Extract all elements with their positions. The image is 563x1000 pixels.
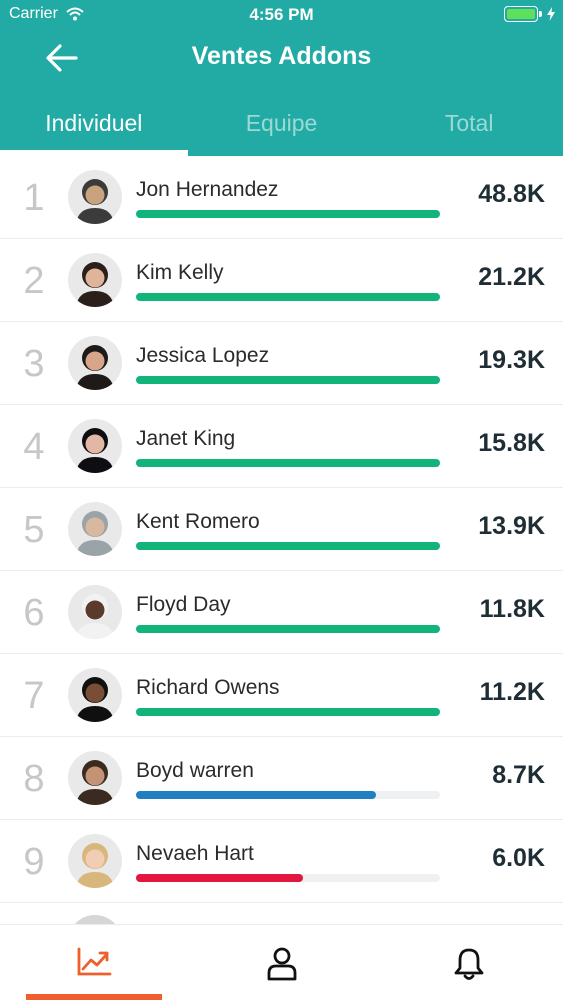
sales-value: 15.8K xyxy=(478,429,545,457)
rank-number: 2 xyxy=(23,260,45,302)
battery-tip xyxy=(539,11,542,17)
leaderboard-list: 1 Jon Hernandez 48.8K 2 Kim Kelly 21.2K 3 Jessi… xyxy=(0,156,563,925)
tab-individuel[interactable]: Individuel xyxy=(0,98,188,156)
tab-total[interactable]: Total xyxy=(375,98,563,156)
sales-value: 19.3K xyxy=(478,346,545,374)
progress-bar xyxy=(136,625,440,633)
bell-icon xyxy=(454,948,484,980)
leaderboard-row[interactable]: 7 Richard Owens 11.2K xyxy=(0,654,563,737)
sales-value: 8.7K xyxy=(492,761,545,789)
progress-bar-fill xyxy=(136,293,440,301)
progress-bar-fill xyxy=(136,459,440,467)
sales-value: 13.9K xyxy=(478,512,545,540)
user-icon xyxy=(267,947,296,981)
leaderboard-row[interactable]: 2 Kim Kelly 21.2K xyxy=(0,239,563,322)
progress-bar xyxy=(136,791,440,799)
rank-number: 8 xyxy=(23,758,45,800)
progress-bar-fill xyxy=(136,542,440,550)
sales-value: 48.8K xyxy=(478,180,545,208)
leaderboard-row[interactable]: 3 Jessica Lopez 19.3K xyxy=(0,322,563,405)
employee-name: Richard Owens xyxy=(136,676,280,699)
rank-number: 6 xyxy=(23,592,45,634)
avatar xyxy=(68,253,122,307)
avatar xyxy=(68,834,122,888)
rank-number: 7 xyxy=(23,675,45,717)
battery-level xyxy=(507,9,535,19)
avatar xyxy=(68,502,122,556)
progress-bar xyxy=(136,210,440,218)
nav-profile[interactable] xyxy=(188,925,376,1000)
active-nav-indicator xyxy=(26,994,162,1000)
progress-bar xyxy=(136,708,440,716)
status-bar: Carrier 4:56 PM xyxy=(0,0,563,30)
chart-trend-icon xyxy=(77,947,112,976)
avatar xyxy=(68,668,122,722)
page-title: Ventes Addons xyxy=(191,42,372,70)
battery-icon xyxy=(504,6,538,22)
bottom-nav xyxy=(0,924,563,1000)
employee-name: Janet King xyxy=(136,427,236,450)
progress-bar-fill xyxy=(136,791,377,799)
progress-bar xyxy=(136,459,440,467)
leaderboard-row[interactable]: 5 Kent Romero 13.9K xyxy=(0,488,563,571)
progress-bar-fill xyxy=(136,625,440,633)
battery-indicator xyxy=(504,6,555,22)
leaderboard-row[interactable]: 9 Nevaeh Hart 6.0K xyxy=(0,820,563,903)
progress-bar-fill xyxy=(136,210,440,218)
leaderboard-row[interactable]: 8 Boyd warren 8.7K xyxy=(0,737,563,820)
progress-bar xyxy=(136,293,440,301)
employee-name: Kim Kelly xyxy=(136,261,224,284)
progress-bar-fill xyxy=(136,376,440,384)
status-time: 4:56 PM xyxy=(249,5,314,24)
sales-value: 21.2K xyxy=(478,263,545,291)
nav-notifications[interactable] xyxy=(375,925,563,1000)
employee-name: Floyd Day xyxy=(136,593,231,616)
sales-value: 11.8K xyxy=(479,595,545,623)
progress-bar-fill xyxy=(136,874,304,882)
tab-equipe[interactable]: Equipe xyxy=(188,98,376,156)
sales-value: 6.0K xyxy=(492,844,545,872)
leaderboard-row[interactable]: 4 Janet King 15.8K xyxy=(0,405,563,488)
employee-name: Jessica Lopez xyxy=(136,344,270,367)
employee-name: Boyd warren xyxy=(136,759,254,782)
avatar xyxy=(68,419,122,473)
tab-bar: Individuel Equipe Total xyxy=(0,98,563,156)
rank-number: 9 xyxy=(23,841,45,883)
rank-number: 1 xyxy=(23,177,45,219)
leaderboard-row-partial xyxy=(0,903,563,925)
leaderboard-row[interactable]: 6 Floyd Day 11.8K xyxy=(0,571,563,654)
avatar xyxy=(68,751,122,805)
employee-name: Jon Hernandez xyxy=(136,178,279,201)
rank-number: 4 xyxy=(23,426,45,468)
progress-bar xyxy=(136,376,440,384)
avatar xyxy=(68,585,122,639)
employee-name: Nevaeh Hart xyxy=(136,842,254,865)
progress-bar xyxy=(136,874,440,882)
avatar xyxy=(68,170,122,224)
leaderboard-row[interactable]: 1 Jon Hernandez 48.8K xyxy=(0,156,563,239)
header: Carrier 4:56 PM Ventes Addons Individuel… xyxy=(0,0,563,156)
bolt-icon xyxy=(547,7,555,21)
rank-number: 5 xyxy=(23,509,45,551)
sales-value: 11.2K xyxy=(479,678,545,706)
progress-bar-fill xyxy=(136,708,440,716)
rank-number: 3 xyxy=(23,343,45,385)
employee-name: Kent Romero xyxy=(136,510,260,533)
nav-stats[interactable] xyxy=(0,925,188,1000)
avatar xyxy=(68,336,122,390)
progress-bar xyxy=(136,542,440,550)
